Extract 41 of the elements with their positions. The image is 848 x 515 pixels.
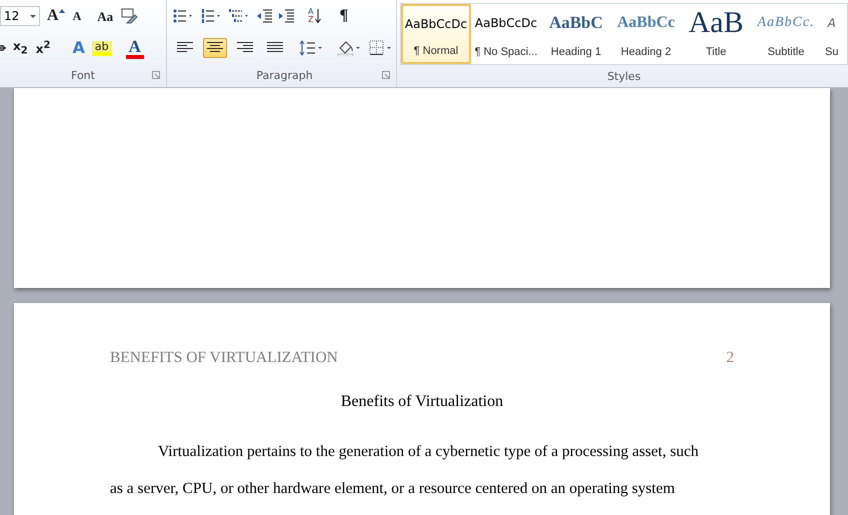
style-option[interactable]: AaB Title [681, 4, 751, 64]
shrink-font-button[interactable]: A [72, 10, 82, 22]
group-label: Styles [607, 70, 641, 82]
style-option[interactable]: AaBbC Heading 1 [541, 4, 611, 64]
multilevel-list-icon[interactable] [229, 9, 251, 23]
superscript-button[interactable]: x$^{2}$ [34, 41, 52, 55]
line-spacing-icon[interactable] [299, 40, 325, 56]
running-header: BENEFITS OF VIRTUALIZATION [110, 349, 338, 367]
eraser-icon[interactable] [120, 7, 138, 25]
bullet-list-icon[interactable] [173, 9, 195, 23]
up-triangle-icon [58, 9, 65, 13]
align-left-icon [177, 42, 193, 54]
show-formatting-button[interactable]: ¶ [338, 8, 350, 24]
subscript-button[interactable]: x$_{2}$ [12, 40, 29, 56]
decrease-indent-icon[interactable] [257, 9, 273, 23]
document-title: Benefits of Virtualization [340, 393, 504, 410]
body-paragraph: Virtualization pertains to the generation of a cybernetic type of a processing asset, such as a server, CPU, or other hardware element, or a resource centered on an operating system [110, 442, 700, 499]
font-color-button[interactable]: A [126, 38, 144, 58]
align-justify-icon [267, 42, 283, 54]
borders-icon[interactable] [369, 40, 393, 56]
highlight-button[interactable]: ab [92, 40, 112, 56]
align-center-button[interactable] [203, 38, 227, 58]
paint-bucket-icon[interactable] [337, 40, 363, 56]
style-option[interactable]: AaBbCc. Subtitle [751, 4, 821, 64]
style-option[interactable]: A Su [821, 4, 842, 64]
align-right-icon [237, 42, 253, 54]
group-label: Paragraph [256, 69, 313, 82]
change-case-button[interactable]: Aa [96, 10, 114, 22]
align-center-icon [207, 42, 223, 54]
group-label: Font [71, 69, 95, 82]
font-size-field[interactable]: 12 [0, 6, 40, 26]
style-option[interactable]: AaBbCcDc ¶ Normal [401, 4, 471, 64]
sort-button[interactable]: A Z [307, 8, 322, 24]
style-option[interactable]: AaBbCc Heading 2 [611, 4, 681, 64]
down-arrow-icon [315, 9, 322, 23]
numbered-list-icon[interactable] [201, 9, 223, 23]
text-effects-button[interactable]: A [71, 40, 86, 56]
style-option[interactable]: AaBbCcDc ¶ No Spaci... [471, 4, 541, 64]
grow-font-button[interactable]: A [46, 8, 66, 24]
page-number: 2 [726, 349, 734, 367]
increase-indent-icon[interactable] [279, 9, 295, 23]
